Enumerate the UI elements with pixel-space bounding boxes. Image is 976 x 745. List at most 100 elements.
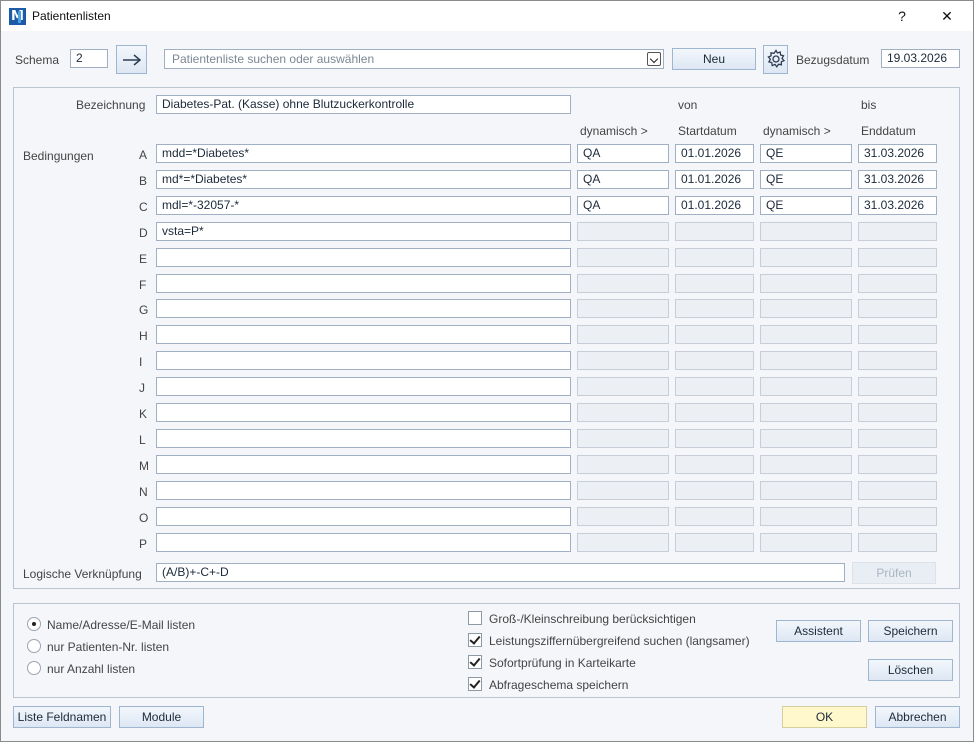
startdatum-input-d[interactable] (675, 222, 754, 241)
startdatum-input-c[interactable]: 01.01.2026 (675, 196, 754, 215)
enddatum-input-j[interactable] (858, 377, 937, 396)
dynamisch-start-input-l[interactable] (577, 429, 669, 448)
new-button[interactable]: Neu (672, 48, 756, 70)
checkbox-label[interactable]: Sofortprüfung in Karteikarte (489, 656, 636, 670)
condition-input-o[interactable] (156, 507, 571, 526)
settings-button[interactable] (763, 45, 788, 74)
enddatum-input-i[interactable] (858, 351, 937, 370)
enddatum-input-d[interactable] (858, 222, 937, 241)
enddatum-input-f[interactable] (858, 274, 937, 293)
startdatum-input-h[interactable] (675, 325, 754, 344)
startdatum-input-n[interactable] (675, 481, 754, 500)
patientenliste-select[interactable]: Patientenliste suchen oder auswählen (164, 49, 664, 69)
dynamisch-start-input-h[interactable] (577, 325, 669, 344)
condition-input-p[interactable] (156, 533, 571, 552)
feldnamen-button[interactable]: Liste Feldnamen (13, 706, 111, 728)
bezeichnung-input[interactable]: Diabetes-Pat. (Kasse) ohne Blutzuckerkon… (156, 95, 571, 114)
startdatum-input-b[interactable]: 01.01.2026 (675, 170, 754, 189)
startdatum-input-j[interactable] (675, 377, 754, 396)
dynamisch-start-input-b[interactable]: QA (577, 170, 669, 189)
dynamisch-end-input-j[interactable] (760, 377, 852, 396)
condition-input-n[interactable] (156, 481, 571, 500)
radio-label[interactable]: nur Patienten-Nr. listen (47, 640, 169, 654)
enddatum-input-h[interactable] (858, 325, 937, 344)
condition-input-e[interactable] (156, 248, 571, 267)
startdatum-input-a[interactable]: 01.01.2026 (675, 144, 754, 163)
dynamisch-end-input-k[interactable] (760, 403, 852, 422)
condition-input-j[interactable] (156, 377, 571, 396)
radio-button[interactable] (27, 639, 41, 653)
startdatum-input-i[interactable] (675, 351, 754, 370)
enddatum-input-p[interactable] (858, 533, 937, 552)
enddatum-input-e[interactable] (858, 248, 937, 267)
condition-input-b[interactable]: md*=*Diabetes* (156, 170, 571, 189)
dynamisch-start-input-c[interactable]: QA (577, 196, 669, 215)
checkbox[interactable] (468, 611, 482, 625)
go-button[interactable] (116, 45, 147, 74)
dynamisch-end-input-l[interactable] (760, 429, 852, 448)
dynamisch-end-input-b[interactable]: QE (760, 170, 852, 189)
radio-button[interactable] (27, 661, 41, 675)
condition-input-d[interactable]: vsta=P* (156, 222, 571, 241)
abbrechen-button[interactable]: Abbrechen (875, 706, 960, 728)
enddatum-input-b[interactable]: 31.03.2026 (858, 170, 937, 189)
radio-label[interactable]: nur Anzahl listen (47, 662, 135, 676)
dynamisch-end-input-o[interactable] (760, 507, 852, 526)
dynamisch-start-input-i[interactable] (577, 351, 669, 370)
dynamisch-start-input-m[interactable] (577, 455, 669, 474)
enddatum-input-o[interactable] (858, 507, 937, 526)
condition-input-m[interactable] (156, 455, 571, 474)
enddatum-input-n[interactable] (858, 481, 937, 500)
startdatum-input-k[interactable] (675, 403, 754, 422)
dynamisch-end-input-d[interactable] (760, 222, 852, 241)
dynamisch-end-input-e[interactable] (760, 248, 852, 267)
condition-input-c[interactable]: mdl=*-32057-* (156, 196, 571, 215)
dynamisch-start-input-a[interactable]: QA (577, 144, 669, 163)
condition-input-h[interactable] (156, 325, 571, 344)
close-button[interactable]: ✕ (932, 5, 962, 27)
checkbox-label[interactable]: Abfrageschema speichern (489, 678, 628, 692)
bezugsdatum-input[interactable]: 19.03.2026 (881, 49, 960, 68)
checkbox[interactable] (468, 677, 482, 691)
dynamisch-end-input-f[interactable] (760, 274, 852, 293)
module-button[interactable]: Module (119, 706, 204, 728)
dynamisch-end-input-c[interactable]: QE (760, 196, 852, 215)
radio-label[interactable]: Name/Adresse/E-Mail listen (47, 618, 195, 632)
checkbox[interactable] (468, 633, 482, 647)
dynamisch-end-input-m[interactable] (760, 455, 852, 474)
dynamisch-start-input-g[interactable] (577, 299, 669, 318)
ok-button[interactable]: OK (782, 706, 867, 728)
dynamisch-start-input-f[interactable] (577, 274, 669, 293)
dynamisch-end-input-i[interactable] (760, 351, 852, 370)
enddatum-input-g[interactable] (858, 299, 937, 318)
startdatum-input-g[interactable] (675, 299, 754, 318)
enddatum-input-a[interactable]: 31.03.2026 (858, 144, 937, 163)
checkbox[interactable] (468, 655, 482, 669)
radio-button[interactable] (27, 617, 41, 631)
dynamisch-end-input-h[interactable] (760, 325, 852, 344)
startdatum-input-e[interactable] (675, 248, 754, 267)
checkbox-label[interactable]: Leistungsziffernübergreifend suchen (lan… (489, 634, 750, 648)
dynamisch-end-input-p[interactable] (760, 533, 852, 552)
condition-input-f[interactable] (156, 274, 571, 293)
dynamisch-start-input-n[interactable] (577, 481, 669, 500)
startdatum-input-f[interactable] (675, 274, 754, 293)
startdatum-input-p[interactable] (675, 533, 754, 552)
startdatum-input-l[interactable] (675, 429, 754, 448)
help-button[interactable]: ? (887, 5, 917, 27)
speichern-button[interactable]: Speichern (868, 620, 953, 642)
dynamisch-end-input-a[interactable]: QE (760, 144, 852, 163)
enddatum-input-m[interactable] (858, 455, 937, 474)
chevron-down-icon[interactable] (647, 52, 661, 66)
dynamisch-end-input-n[interactable] (760, 481, 852, 500)
startdatum-input-o[interactable] (675, 507, 754, 526)
startdatum-input-m[interactable] (675, 455, 754, 474)
dynamisch-end-input-g[interactable] (760, 299, 852, 318)
enddatum-input-c[interactable]: 31.03.2026 (858, 196, 937, 215)
enddatum-input-l[interactable] (858, 429, 937, 448)
dynamisch-start-input-d[interactable] (577, 222, 669, 241)
enddatum-input-k[interactable] (858, 403, 937, 422)
condition-input-g[interactable] (156, 299, 571, 318)
loeschen-button[interactable]: Löschen (868, 659, 953, 681)
dynamisch-start-input-k[interactable] (577, 403, 669, 422)
